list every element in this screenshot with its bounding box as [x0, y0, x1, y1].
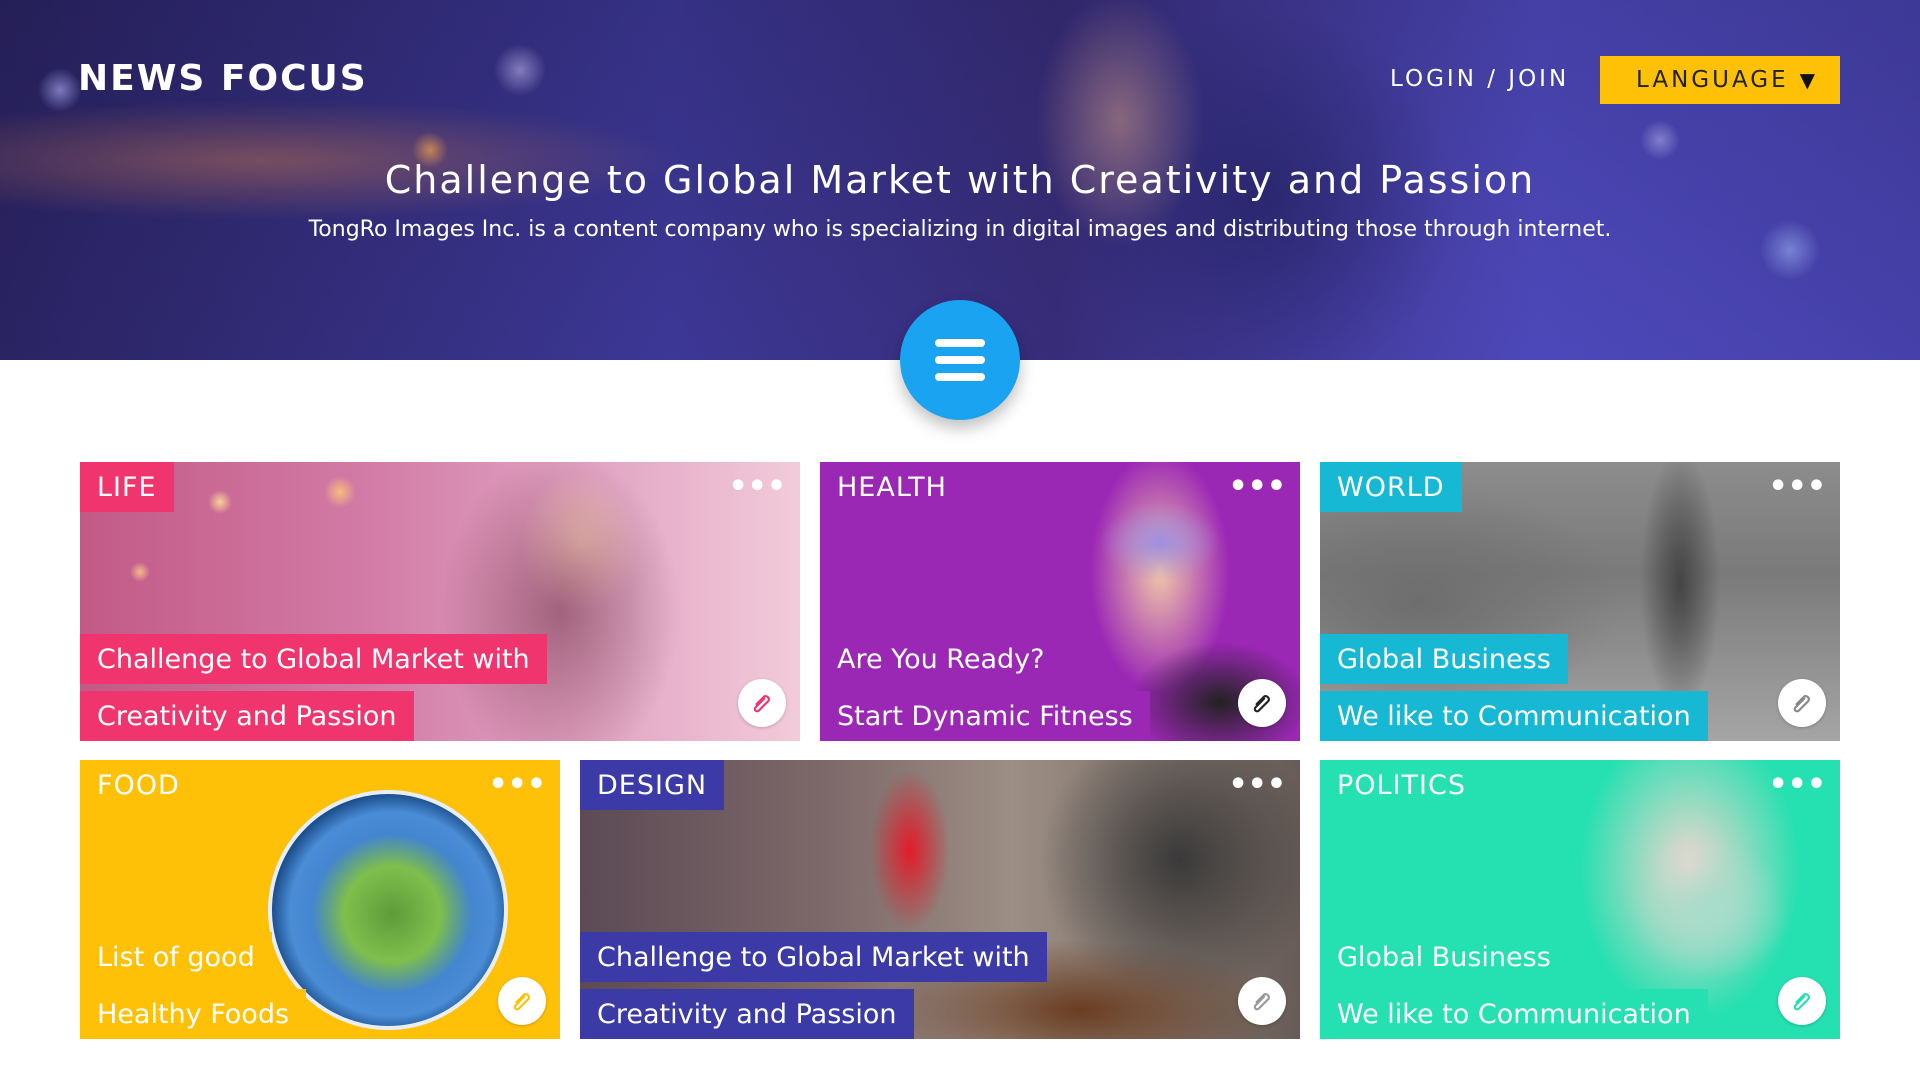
hero-title: Challenge to Global Market with Creativi…: [384, 158, 1536, 202]
card-world-headline-1: Global Business: [1320, 634, 1568, 684]
card-world-headline-2: We like to Communication: [1320, 691, 1708, 741]
more-dots-icon[interactable]: •••: [1768, 770, 1826, 800]
paperclip-icon[interactable]: [1778, 977, 1826, 1025]
card-design-tag[interactable]: DESIGN: [580, 760, 725, 810]
more-dots-icon[interactable]: •••: [728, 472, 786, 502]
card-health-tag[interactable]: HEALTH: [820, 462, 964, 512]
card-politics-tag[interactable]: POLITICS: [1320, 760, 1483, 810]
more-dots-icon[interactable]: •••: [1228, 472, 1286, 502]
hamburger-menu-icon-bar: [935, 356, 985, 364]
card-food[interactable]: FOOD ••• List of good Healthy Foods: [80, 760, 560, 1039]
brand-logo[interactable]: NEWS FOCUS: [78, 58, 368, 99]
paperclip-icon[interactable]: [1238, 679, 1286, 727]
card-food-headline-1: List of good: [80, 932, 272, 982]
language-dropdown[interactable]: LANGUAGE ▼: [1600, 56, 1840, 104]
card-life-headline-2: Creativity and Passion: [80, 691, 414, 741]
card-design-headline-1: Challenge to Global Market with: [580, 932, 1047, 982]
more-dots-icon[interactable]: •••: [1228, 770, 1286, 800]
card-life-tag[interactable]: LIFE: [80, 462, 174, 512]
more-dots-icon[interactable]: •••: [488, 770, 546, 800]
card-health-headline-1: Are You Ready?: [820, 634, 1062, 684]
card-politics-headline-1: Global Business: [1320, 932, 1568, 982]
paperclip-icon[interactable]: [738, 679, 786, 727]
language-label: LANGUAGE: [1636, 67, 1789, 93]
card-health[interactable]: HEALTH ••• Are You Ready? Start Dynamic …: [820, 462, 1300, 741]
card-politics-headline-2: We like to Communication: [1320, 989, 1708, 1039]
card-life[interactable]: LIFE ••• Challenge to Global Market with…: [80, 462, 800, 741]
card-world-tag[interactable]: WORLD: [1320, 462, 1462, 512]
paperclip-icon[interactable]: [1238, 977, 1286, 1025]
hamburger-menu-icon-bar: [935, 373, 985, 381]
hamburger-menu-icon: [935, 339, 985, 347]
card-design[interactable]: DESIGN ••• Challenge to Global Market wi…: [580, 760, 1300, 1039]
more-dots-icon[interactable]: •••: [1768, 472, 1826, 502]
card-food-headline-2: Healthy Foods: [80, 989, 307, 1039]
card-health-headline-2: Start Dynamic Fitness: [820, 691, 1150, 741]
card-life-headline-1: Challenge to Global Market with: [80, 634, 547, 684]
card-design-headline-2: Creativity and Passion: [580, 989, 914, 1039]
card-politics[interactable]: POLITICS ••• Global Business We like to …: [1320, 760, 1840, 1039]
card-food-tag[interactable]: FOOD: [80, 760, 197, 810]
hamburger-menu-button[interactable]: [900, 300, 1020, 420]
caret-down-icon: ▼: [1799, 68, 1818, 92]
card-world[interactable]: WORLD ••• Global Business We like to Com…: [1320, 462, 1840, 741]
hero-subtitle: TongRo Images Inc. is a content company …: [308, 217, 1612, 242]
login-join-link[interactable]: LOGIN / JOIN: [1390, 66, 1569, 92]
paperclip-icon[interactable]: [498, 977, 546, 1025]
paperclip-icon[interactable]: [1778, 679, 1826, 727]
